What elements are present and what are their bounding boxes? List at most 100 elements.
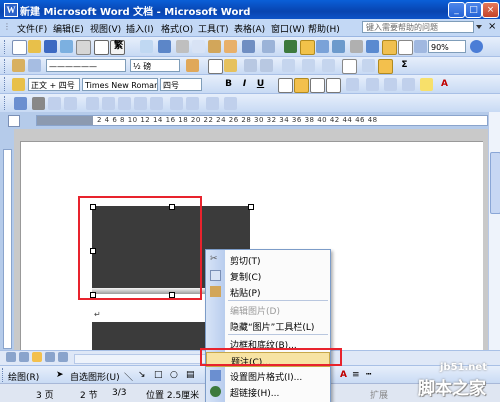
oval-tool-icon[interactable]: ○ (170, 370, 178, 380)
reading-view-icon[interactable] (58, 352, 68, 362)
menu-item-copy[interactable]: 复制(C) (206, 268, 330, 283)
line-style-dropdown[interactable]: —————— (46, 59, 126, 72)
hyperlink-icon[interactable] (284, 40, 297, 53)
menu-table[interactable]: 表格(A) (234, 22, 265, 35)
maximize-button[interactable]: □ (465, 2, 482, 18)
permission-icon[interactable] (60, 40, 73, 53)
draw-menu[interactable]: 绘图(R) (8, 370, 39, 383)
color-icon[interactable] (32, 97, 45, 110)
open-folder-icon[interactable] (28, 40, 41, 53)
font-color-icon[interactable]: A (438, 78, 451, 91)
close-document-icon[interactable]: × (488, 21, 496, 32)
menu-item-hide-picture-toolbar[interactable]: 隐藏“图片”工具栏(L) (206, 318, 330, 333)
menu-tools[interactable]: 工具(T) (198, 22, 229, 35)
crop-icon[interactable] (86, 97, 99, 110)
redo-icon[interactable] (262, 40, 275, 53)
sort-asc-icon[interactable] (362, 59, 375, 72)
arrow-tool-icon[interactable]: ↘ (138, 370, 146, 380)
textbox-tool-icon[interactable]: ▤ (186, 370, 195, 380)
autoformat-icon[interactable] (322, 59, 335, 72)
vertical-scrollbar[interactable] (488, 112, 500, 350)
menu-window[interactable]: 窗口(W) (271, 22, 305, 35)
tables-borders-icon[interactable] (300, 40, 315, 55)
italic-button[interactable]: I (238, 78, 251, 91)
cut-icon[interactable] (176, 40, 189, 53)
columns-icon[interactable] (350, 40, 363, 53)
highlight-icon[interactable] (420, 78, 433, 91)
traditional-chinese-icon[interactable]: 繁 (112, 40, 125, 53)
print-view-icon[interactable] (32, 352, 42, 362)
format-painter-icon[interactable] (224, 40, 237, 53)
help-dropdown-icon[interactable] (476, 25, 482, 29)
word-app-icon[interactable]: W (4, 3, 18, 17)
line-style-icon[interactable] (118, 97, 131, 110)
reset-picture-icon[interactable] (206, 97, 219, 110)
set-transparent-icon[interactable] (186, 97, 199, 110)
menu-item-format-picture[interactable]: 设置图片格式(I)... (206, 368, 330, 383)
tab-selector-icon[interactable] (8, 115, 20, 127)
vertical-ruler[interactable] (3, 149, 12, 349)
outside-border-icon[interactable] (208, 59, 223, 74)
menu-file[interactable]: 文件(F) (17, 22, 47, 35)
rectangle-tool-icon[interactable]: □ (154, 370, 163, 380)
menu-item-edit-picture[interactable]: 编辑图片(D) (206, 302, 330, 317)
line-tool-icon[interactable]: ＼ (124, 370, 133, 383)
align-left-icon[interactable] (278, 78, 293, 93)
paste-icon[interactable] (208, 40, 221, 53)
scroll-thumb[interactable] (490, 152, 500, 214)
normal-view-icon[interactable] (6, 352, 16, 362)
dash-style-icon[interactable]: ┅ (366, 370, 371, 380)
align-center-icon[interactable] (294, 78, 309, 93)
close-button[interactable]: × (482, 2, 499, 18)
help-search-input[interactable]: 键入需要帮助的问题 (362, 21, 474, 33)
line-spacing-icon[interactable] (346, 78, 359, 91)
edit-icon[interactable] (12, 59, 25, 72)
font-size-dropdown[interactable]: 四号 (160, 78, 202, 91)
text-direction-icon[interactable] (342, 59, 357, 74)
zoom-dropdown[interactable]: 90% (428, 40, 466, 53)
horizontal-ruler[interactable]: 2 4 6 8 10 12 14 16 18 20 22 24 26 28 30… (36, 115, 488, 126)
split-cells-icon[interactable] (260, 59, 273, 72)
font-color-draw-icon[interactable]: A (340, 370, 347, 380)
email-icon[interactable] (76, 40, 91, 55)
align-right-icon[interactable] (310, 78, 325, 93)
outline-view-icon[interactable] (45, 352, 55, 362)
research-icon[interactable] (140, 40, 153, 53)
drawing-icon[interactable] (366, 40, 379, 53)
menu-item-cut[interactable]: ✂ 剪切(T) (206, 252, 330, 267)
font-dropdown[interactable]: Times New Roman (82, 78, 158, 91)
style-dropdown[interactable]: 正文 + 四号 (28, 78, 80, 91)
bullets-icon[interactable] (384, 78, 397, 91)
save-icon[interactable] (44, 40, 57, 53)
new-document-icon[interactable] (12, 40, 27, 55)
shading-icon[interactable] (224, 59, 237, 72)
decrease-indent-icon[interactable] (402, 78, 415, 91)
border-icon[interactable] (28, 59, 41, 72)
compress-icon[interactable] (134, 97, 147, 110)
line-style-draw-icon[interactable]: ≡ (352, 370, 360, 380)
insert-excel-icon[interactable] (332, 40, 345, 53)
distribute-icon[interactable] (302, 59, 315, 72)
underline-button[interactable]: U (254, 78, 267, 91)
web-view-icon[interactable] (19, 352, 29, 362)
resize-handle[interactable] (248, 204, 254, 210)
menu-item-paste[interactable]: 粘贴(P) (206, 284, 330, 299)
menu-insert[interactable]: 插入(I) (126, 22, 154, 35)
insert-picture-icon[interactable] (14, 97, 27, 110)
show-hide-icon[interactable] (398, 40, 413, 55)
text-wrapping-icon[interactable] (150, 97, 163, 110)
autosum-icon[interactable]: Σ (398, 59, 411, 72)
rotate-icon[interactable] (102, 97, 115, 110)
menu-edit[interactable]: 编辑(E) (53, 22, 84, 35)
merge-cells-icon[interactable] (244, 59, 257, 72)
horizontal-scrollbar[interactable] (74, 354, 206, 364)
cursor-icon[interactable]: ➤ (56, 370, 64, 380)
align-icon[interactable] (282, 59, 295, 72)
format-picture-button[interactable] (170, 97, 183, 110)
less-contrast-icon[interactable] (64, 97, 77, 110)
reading-icon[interactable] (414, 40, 427, 53)
menu-format[interactable]: 格式(O) (161, 22, 193, 35)
menu-item-hyperlink[interactable]: 超链接(H)... (206, 384, 330, 399)
autoshapes-menu[interactable]: 自选图形(U) (70, 370, 120, 383)
more-contrast-icon[interactable] (48, 97, 61, 110)
